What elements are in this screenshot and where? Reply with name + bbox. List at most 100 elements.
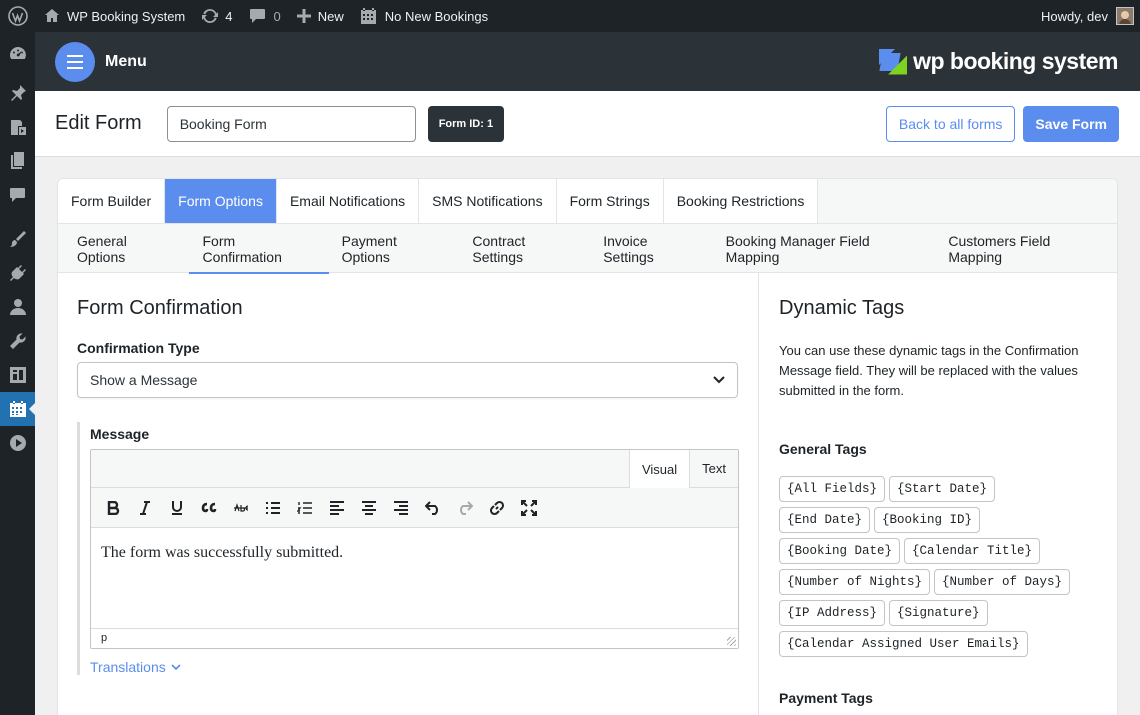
subtab-booking-manager-field-mapping[interactable]: Booking Manager Field Mapping bbox=[713, 224, 936, 273]
subtab-payment-options[interactable]: Payment Options bbox=[329, 224, 460, 273]
new-content-link[interactable]: New bbox=[289, 0, 352, 32]
tag-number-of-days[interactable]: {Number of Days} bbox=[934, 569, 1071, 595]
dynamic-tags-heading: Dynamic Tags bbox=[779, 297, 905, 319]
tab-form-strings[interactable]: Form Strings bbox=[556, 179, 664, 223]
main-tabs: Form Builder Form Options Email Notifica… bbox=[58, 179, 1117, 224]
booking-calendar-menu-icon[interactable] bbox=[0, 392, 35, 426]
bookings-label: No New Bookings bbox=[384, 8, 489, 24]
underline-icon[interactable] bbox=[161, 493, 193, 523]
subtab-contract-settings[interactable]: Contract Settings bbox=[459, 224, 590, 273]
appearance-brush-icon[interactable] bbox=[0, 222, 35, 256]
menu-label[interactable]: Menu bbox=[105, 53, 147, 71]
tag-booking-date[interactable]: {Booking Date} bbox=[779, 538, 901, 564]
pages-icon[interactable] bbox=[0, 144, 35, 178]
blockquote-icon[interactable] bbox=[193, 493, 225, 523]
plugin-header: Menu wp booking system bbox=[35, 32, 1140, 91]
refresh-icon bbox=[202, 8, 219, 24]
resize-handle-icon[interactable] bbox=[727, 637, 736, 646]
sub-tabs: General Options Form Confirmation Paymen… bbox=[58, 224, 1117, 274]
editor-path[interactable]: p bbox=[101, 632, 107, 644]
tag-calendar-assigned-user-emails[interactable]: {Calendar Assigned User Emails} bbox=[779, 631, 1028, 657]
updates-link[interactable]: 4 bbox=[193, 0, 240, 32]
confirmation-type-value: Show a Message bbox=[90, 372, 198, 388]
site-name-link[interactable]: WP Booking System bbox=[36, 0, 193, 32]
tab-sms-notifications[interactable]: SMS Notifications bbox=[419, 179, 557, 223]
align-right-icon[interactable] bbox=[385, 493, 417, 523]
updates-count: 4 bbox=[225, 8, 233, 24]
tag-number-of-nights[interactable]: {Number of Nights} bbox=[779, 569, 931, 595]
media-icon[interactable] bbox=[0, 110, 35, 144]
tab-form-options[interactable]: Form Options bbox=[165, 179, 277, 223]
logo-mark-icon bbox=[879, 48, 908, 75]
italic-icon[interactable] bbox=[129, 493, 161, 523]
hamburger-icon-line bbox=[67, 66, 83, 69]
general-tags-heading: General Tags bbox=[779, 441, 867, 457]
site-name: WP Booking System bbox=[67, 8, 186, 24]
form-name-input[interactable] bbox=[166, 105, 416, 142]
play-circle-icon[interactable] bbox=[0, 426, 35, 460]
numbered-list-icon[interactable] bbox=[289, 493, 321, 523]
bookings-link[interactable]: No New Bookings bbox=[352, 0, 496, 32]
tag-booking-id[interactable]: {Booking ID} bbox=[874, 507, 981, 533]
fullscreen-icon[interactable] bbox=[513, 493, 545, 523]
tab-form-builder[interactable]: Form Builder bbox=[58, 179, 166, 223]
translations-toggle[interactable]: Translations bbox=[90, 659, 738, 675]
message-editor: Visual Text The form was successfully su… bbox=[90, 449, 739, 649]
tools-wrench-icon[interactable] bbox=[0, 324, 35, 358]
confirmation-type-label: Confirmation Type bbox=[77, 340, 200, 356]
logo-text: wp booking system bbox=[913, 48, 1118, 74]
settings-sliders-icon[interactable] bbox=[0, 358, 35, 392]
subtab-customers-field-mapping[interactable]: Customers Field Mapping bbox=[935, 224, 1117, 273]
editor-tab-text[interactable]: Text bbox=[689, 450, 738, 487]
confirmation-type-select[interactable]: Show a Message bbox=[77, 362, 738, 398]
chevron-down-icon bbox=[713, 376, 725, 384]
bulleted-list-icon[interactable] bbox=[257, 493, 289, 523]
editor-tab-visual[interactable]: Visual bbox=[628, 450, 690, 488]
tag-ip-address[interactable]: {IP Address} bbox=[779, 600, 886, 626]
tag-calendar-title[interactable]: {Calendar Title} bbox=[904, 538, 1041, 564]
comments-menu-icon[interactable] bbox=[0, 178, 35, 212]
form-id-badge: Form ID: 1 bbox=[427, 105, 505, 142]
message-field: Message Visual Text The form was success… bbox=[77, 422, 739, 675]
tag-signature[interactable]: {Signature} bbox=[889, 600, 988, 626]
subtab-form-confirmation[interactable]: Form Confirmation bbox=[189, 224, 329, 274]
tab-email-notifications[interactable]: Email Notifications bbox=[276, 179, 420, 223]
hamburger-icon bbox=[67, 54, 83, 57]
hamburger-icon-line bbox=[67, 60, 83, 63]
new-label: New bbox=[317, 8, 344, 24]
translations-label: Translations bbox=[90, 659, 166, 675]
subtab-general-options[interactable]: General Options bbox=[64, 224, 189, 273]
strikethrough-icon[interactable] bbox=[225, 493, 257, 523]
posts-pin-icon[interactable] bbox=[0, 76, 35, 110]
save-form-button[interactable]: Save Form bbox=[1023, 105, 1119, 142]
comment-icon bbox=[249, 9, 265, 23]
calendar-icon bbox=[360, 8, 376, 24]
bold-icon[interactable] bbox=[97, 493, 129, 523]
back-to-forms-button[interactable]: Back to all forms bbox=[885, 105, 1016, 142]
link-icon[interactable] bbox=[481, 493, 513, 523]
tag-end-date[interactable]: {End Date} bbox=[779, 507, 871, 533]
undo-icon[interactable] bbox=[417, 493, 449, 523]
dynamic-tags-description: You can use these dynamic tags in the Co… bbox=[779, 343, 1079, 398]
subtab-invoice-settings[interactable]: Invoice Settings bbox=[590, 224, 712, 273]
wordpress-logo-icon[interactable] bbox=[0, 0, 36, 32]
edit-form-bar: Edit Form Form ID: 1 Back to all forms S… bbox=[35, 91, 1140, 157]
align-center-icon[interactable] bbox=[353, 493, 385, 523]
user-account-link[interactable]: Howdy, dev bbox=[1033, 0, 1140, 32]
tab-content: Form Confirmation Confirmation Type Show… bbox=[58, 273, 1117, 715]
redo-icon[interactable] bbox=[449, 493, 481, 523]
dashboard-icon[interactable] bbox=[0, 32, 35, 76]
users-icon[interactable] bbox=[0, 290, 35, 324]
editor-content[interactable]: The form was successfully submitted. bbox=[91, 528, 738, 628]
tag-start-date[interactable]: {Start Date} bbox=[889, 476, 996, 502]
comments-link[interactable]: 0 bbox=[241, 0, 289, 32]
tag-all-fields[interactable]: {All Fields} bbox=[779, 476, 886, 502]
chevron-down-icon bbox=[171, 663, 181, 670]
editor-toolbar bbox=[91, 488, 738, 528]
align-left-icon[interactable] bbox=[321, 493, 353, 523]
tab-booking-restrictions[interactable]: Booking Restrictions bbox=[663, 179, 819, 223]
plugins-icon[interactable] bbox=[0, 256, 35, 290]
hamburger-menu-button[interactable] bbox=[55, 41, 95, 82]
avatar bbox=[1116, 7, 1134, 25]
brand-logo: wp booking system bbox=[879, 48, 1118, 75]
